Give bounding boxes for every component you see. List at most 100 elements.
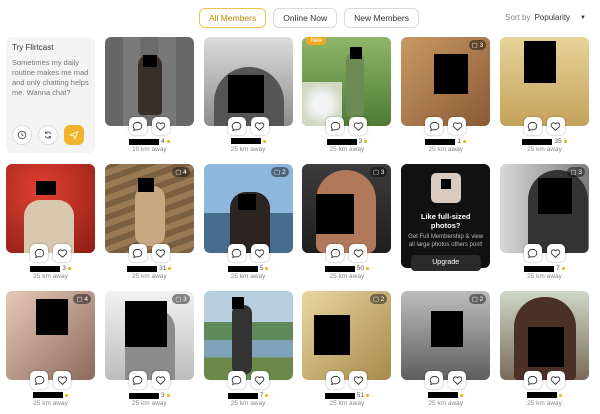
member-photo[interactable]: ▢ 3 (302, 164, 392, 253)
like-button[interactable] (349, 371, 368, 389)
member-photo[interactable]: ▢ 2 (302, 291, 392, 380)
member-photo[interactable]: ▢ 2 (401, 291, 491, 380)
member-card[interactable]: ▢ 3 3 25 km away (104, 291, 194, 414)
redacted-name (128, 138, 159, 145)
member-photo[interactable]: ▢ 3 (499, 164, 589, 253)
heart-icon (156, 248, 166, 258)
chat-bubble-icon (231, 248, 242, 258)
redacted-name (326, 138, 357, 145)
chat-button[interactable] (326, 371, 345, 389)
online-dot (563, 140, 567, 143)
heart-icon (57, 375, 67, 385)
member-photo[interactable]: ▢ 3 (401, 37, 491, 126)
member-card[interactable]: 35 25 km away (499, 37, 589, 164)
like-button[interactable] (546, 117, 565, 135)
member-card[interactable]: ▢ 3 1 25 km away (401, 37, 491, 164)
member-photo[interactable] (203, 291, 293, 380)
chat-button[interactable] (128, 117, 147, 135)
chat-button[interactable] (128, 244, 147, 262)
member-card[interactable]: ▢ 3 50 25 km away (302, 164, 392, 291)
member-card[interactable]: ▢ 2 25 km away (401, 291, 491, 414)
heart-icon (254, 248, 265, 258)
history-button[interactable] (12, 125, 32, 145)
heart-icon (452, 121, 462, 131)
tab-online-now[interactable]: Online Now (273, 8, 338, 28)
chat-bubble-icon (429, 121, 439, 131)
member-photo[interactable] (499, 37, 589, 126)
redacted-name (230, 138, 261, 144)
like-button[interactable] (448, 117, 467, 135)
member-photo[interactable]: ▢ 3 (104, 291, 194, 380)
member-photo[interactable] (6, 164, 95, 253)
member-photo[interactable] (203, 37, 293, 126)
member-photo[interactable] (499, 291, 589, 380)
member-photo[interactable] (104, 37, 194, 126)
member-distance: 25 km away (230, 146, 266, 153)
redacted-name (33, 392, 63, 398)
online-dot (366, 267, 369, 270)
member-card[interactable]: 4 10 km away (104, 37, 194, 164)
like-button[interactable] (349, 244, 368, 262)
upsell-thumbnail (430, 173, 461, 203)
member-card[interactable]: ▢ 4 25 km away (6, 291, 95, 414)
chat-button[interactable] (30, 371, 48, 389)
member-card[interactable]: ▢ 2 5 25 km away (203, 164, 293, 291)
chat-button[interactable] (425, 117, 444, 135)
member-card[interactable]: New 3 25 km away (302, 37, 392, 164)
like-button[interactable] (151, 117, 170, 135)
like-button[interactable] (151, 371, 170, 389)
like-button[interactable] (448, 371, 467, 389)
member-card[interactable]: ▢ 2 51 25 km away (302, 291, 392, 414)
refresh-button[interactable] (38, 125, 58, 145)
chat-button[interactable] (523, 244, 542, 262)
member-photo[interactable]: ▢ 2 (203, 164, 293, 253)
chat-bubble-icon (330, 248, 341, 258)
like-button[interactable] (546, 244, 565, 262)
upgrade-button[interactable]: Upgrade (410, 255, 481, 271)
chat-button[interactable] (523, 117, 542, 135)
member-photo[interactable]: ▢ 4 (6, 291, 95, 380)
member-photo[interactable]: New (302, 37, 392, 126)
member-card[interactable]: ▢ 4 31 25 km away (104, 164, 194, 291)
chat-button[interactable] (326, 117, 345, 135)
like-button[interactable] (53, 244, 71, 262)
member-card[interactable]: ▢ 3 7 25 km away (499, 164, 589, 291)
member-card[interactable]: 25 km away (499, 291, 589, 414)
redacted-name (524, 265, 555, 272)
flirtcast-message[interactable]: Sometimes my daily routine makes me mad … (12, 58, 89, 98)
chat-button[interactable] (326, 244, 345, 262)
sort-control[interactable]: Sort by Popularity ▼ (505, 13, 586, 22)
member-card[interactable]: 3 25 km away (6, 164, 95, 291)
chat-button[interactable] (425, 371, 444, 389)
like-button[interactable] (250, 117, 269, 135)
chat-button[interactable] (227, 117, 246, 135)
online-dot (166, 140, 170, 143)
upsell-title: Like full-sized photos? (420, 212, 471, 230)
like-button[interactable] (546, 371, 565, 389)
chat-bubble-icon (231, 375, 242, 385)
refresh-icon (44, 131, 52, 139)
heart-icon (551, 121, 561, 131)
like-button[interactable] (151, 244, 170, 262)
tab-all-members[interactable]: All Members (199, 8, 267, 28)
chat-bubble-icon (34, 375, 44, 385)
chat-button[interactable] (227, 244, 246, 262)
chat-button[interactable] (523, 371, 542, 389)
like-button[interactable] (250, 371, 269, 389)
chat-bubble-icon (133, 248, 143, 258)
member-card[interactable]: 7 25 km away (203, 291, 293, 414)
member-distance: 10 km away (131, 146, 167, 153)
member-distance: 25 km away (131, 273, 167, 280)
chat-button[interactable] (128, 371, 147, 389)
like-button[interactable] (349, 117, 368, 135)
member-photo[interactable]: ▢ 4 (104, 164, 194, 253)
like-button[interactable] (53, 371, 71, 389)
send-button[interactable] (64, 125, 84, 145)
like-button[interactable] (250, 244, 269, 262)
member-card[interactable]: 25 km away (203, 37, 293, 164)
chat-button[interactable] (227, 371, 246, 389)
chat-button[interactable] (30, 244, 48, 262)
tab-new-members[interactable]: New Members (344, 8, 419, 28)
online-dot (67, 267, 71, 270)
chat-bubble-icon (133, 121, 143, 131)
